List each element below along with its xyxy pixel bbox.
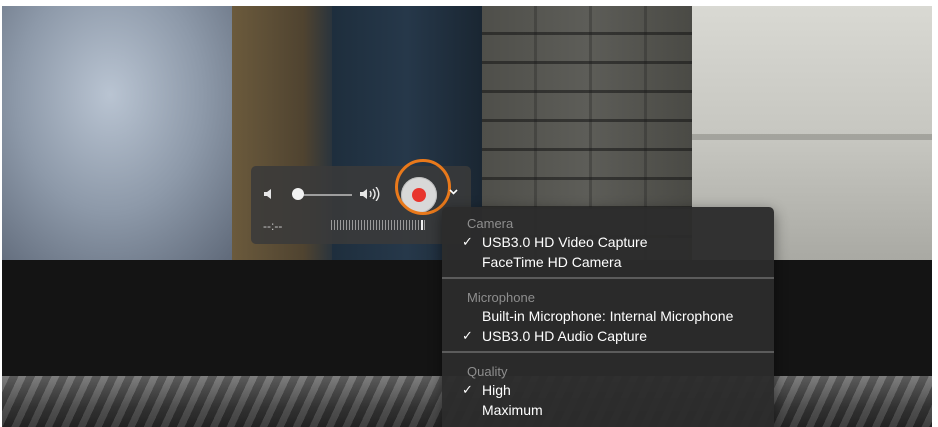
recording-options-menu: Camera ✓ USB3.0 HD Video Capture FaceTim…: [442, 207, 774, 427]
menu-item-label: High: [482, 382, 511, 398]
speaker-low-icon[interactable]: [263, 187, 277, 203]
audio-level-meter: [331, 220, 427, 230]
menu-item-label: USB3.0 HD Audio Capture: [482, 328, 647, 344]
volume-slider-knob[interactable]: [292, 188, 304, 200]
speaker-high-icon[interactable]: [359, 186, 381, 203]
menu-item-label: USB3.0 HD Video Capture: [482, 234, 648, 250]
chevron-down-icon[interactable]: [449, 187, 458, 198]
menu-item-quality-maximum[interactable]: Maximum: [448, 400, 768, 420]
menu-item-label: Maximum: [482, 402, 543, 418]
menu-separator: [442, 351, 774, 353]
elapsed-time: --:--: [263, 219, 283, 233]
menu-separator: [442, 277, 774, 279]
menu-section-title-quality: Quality: [467, 364, 508, 379]
checkmark-icon: ✓: [462, 328, 473, 343]
menu-item-mic-usb[interactable]: ✓ USB3.0 HD Audio Capture: [448, 326, 768, 346]
menu-item-quality-high[interactable]: ✓ High: [448, 380, 768, 400]
menu-item-label: FaceTime HD Camera: [482, 254, 622, 270]
preview-coat-region: [2, 6, 242, 260]
menu-item-label: Built-in Microphone: Internal Microphone: [482, 308, 734, 324]
menu-item-camera-facetime[interactable]: FaceTime HD Camera: [448, 252, 768, 272]
menu-section-title-microphone: Microphone: [467, 290, 535, 305]
record-button-highlight: [395, 159, 451, 215]
menu-item-camera-usb[interactable]: ✓ USB3.0 HD Video Capture: [448, 232, 768, 252]
menu-item-mic-builtin[interactable]: Built-in Microphone: Internal Microphone: [448, 306, 768, 326]
menu-section-title-camera: Camera: [467, 216, 514, 231]
checkmark-icon: ✓: [462, 234, 473, 249]
checkmark-icon: ✓: [462, 382, 473, 397]
audio-level-peak: [421, 220, 423, 230]
